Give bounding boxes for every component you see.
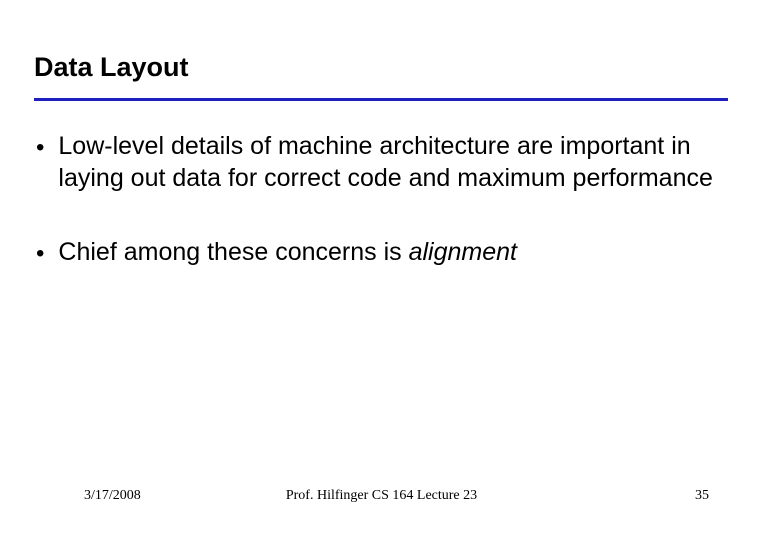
footer-page-number: 35 [695,488,709,504]
bullet-text: Low-level details of machine architectur… [58,130,728,194]
bullet-text: Chief among these concerns is alignment [58,236,517,268]
bullet-text-prefix: Chief among these concerns is [58,238,408,266]
bullet-item: • Low-level details of machine architect… [36,130,728,194]
title-underline [34,98,728,101]
bullet-text-emph: alignment [409,238,517,266]
bullet-item: • Chief among these concerns is alignmen… [36,236,728,270]
slide-title: Data Layout [34,52,189,83]
bullet-marker-icon: • [36,238,44,270]
slide: Data Layout • Low-level details of machi… [0,0,763,540]
bullet-list: • Low-level details of machine architect… [36,130,728,312]
footer-center: Prof. Hilfinger CS 164 Lecture 23 [0,488,763,504]
bullet-marker-icon: • [36,132,44,164]
